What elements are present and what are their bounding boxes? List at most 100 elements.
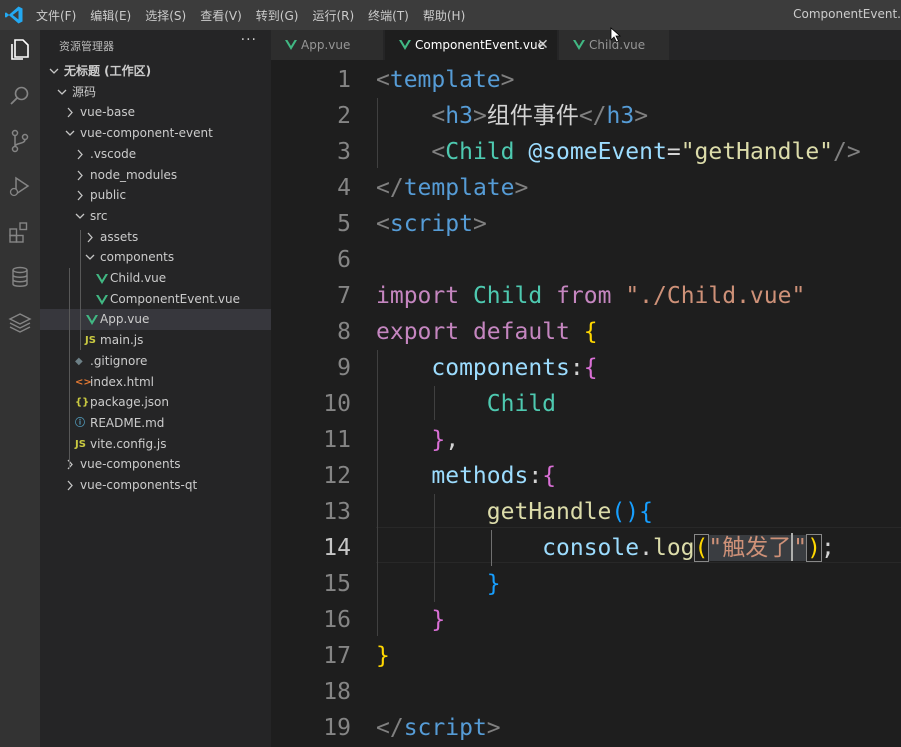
tree-indent-guide bbox=[69, 268, 70, 468]
tab-close-icon[interactable]: ✕ bbox=[537, 30, 549, 60]
vue-file-icon bbox=[399, 40, 411, 50]
tree-item[interactable]: ComponentEvent.vue bbox=[40, 289, 271, 310]
tree-item[interactable]: 无标题 (工作区) bbox=[40, 61, 271, 82]
vue-file-icon bbox=[285, 40, 297, 50]
line-number: 13 bbox=[323, 499, 351, 525]
line-number: 17 bbox=[323, 643, 351, 669]
vue-file-icon bbox=[96, 274, 108, 284]
code-line: <Child @someEvent="getHandle"/> bbox=[431, 139, 861, 165]
menu-terminal[interactable]: 终端(T) bbox=[368, 7, 409, 24]
tree-item[interactable]: .vscode bbox=[40, 144, 271, 165]
tab-label: App.vue bbox=[301, 38, 351, 52]
menu-view[interactable]: 查看(V) bbox=[200, 7, 242, 24]
explorer-sidebar: 资源管理器 ··· 无标题 (工作区) 源码 vue-base vue-compone… bbox=[40, 30, 271, 747]
tree-item[interactable]: components bbox=[40, 247, 271, 268]
tree-item-label: .vscode bbox=[90, 146, 137, 161]
explorer-icon[interactable] bbox=[6, 36, 34, 64]
tree-item[interactable]: JS vite.config.js bbox=[40, 434, 271, 455]
chevron-right-icon[interactable] bbox=[64, 475, 76, 496]
code-line: getHandle(){ bbox=[486, 499, 653, 525]
code-line: import Child from "./Child.vue" bbox=[376, 283, 806, 309]
chevron-down-icon[interactable] bbox=[64, 123, 76, 144]
tree-item[interactable]: JS main.js bbox=[40, 330, 271, 351]
tree-item[interactable]: <> index.html bbox=[40, 372, 271, 393]
tree-item[interactable]: vue-components-qt bbox=[40, 475, 271, 496]
line-number: 2 bbox=[337, 103, 351, 129]
search-icon[interactable] bbox=[6, 82, 34, 110]
menu-selection[interactable]: 选择(S) bbox=[145, 7, 186, 24]
line-number: 9 bbox=[337, 355, 351, 381]
chevron-right-icon[interactable] bbox=[84, 227, 96, 248]
chevron-down-icon[interactable] bbox=[74, 206, 86, 227]
line-number: 15 bbox=[323, 571, 351, 597]
tree-item[interactable]: vue-component-event bbox=[40, 123, 271, 144]
chevron-down-icon[interactable] bbox=[84, 247, 96, 268]
js-file-icon: JS bbox=[75, 438, 86, 450]
code-line: } bbox=[431, 607, 446, 633]
menu-go[interactable]: 转到(G) bbox=[256, 7, 299, 24]
layers-icon[interactable] bbox=[6, 309, 34, 337]
chevron-right-icon[interactable] bbox=[64, 102, 76, 123]
tree-item[interactable]: ⓘ README.md bbox=[40, 413, 271, 434]
chevron-right-icon[interactable] bbox=[64, 454, 76, 475]
tree-indent-guide bbox=[80, 230, 81, 350]
menu-help[interactable]: 帮助(H) bbox=[423, 7, 465, 24]
tree-item[interactable]: vue-components bbox=[40, 454, 271, 475]
tree-item-label: Child.vue bbox=[110, 271, 167, 285]
tree-item[interactable]: App.vue bbox=[40, 309, 271, 331]
code-line: <h3>组件事件</h3> bbox=[431, 103, 649, 129]
menu-edit[interactable]: 编辑(E) bbox=[90, 7, 131, 24]
line-number: 4 bbox=[337, 175, 351, 201]
tree-item[interactable]: assets bbox=[40, 227, 271, 248]
tree-item[interactable]: ◆ .gitignore bbox=[40, 351, 271, 372]
line-number: 3 bbox=[337, 139, 351, 165]
extensions-icon[interactable] bbox=[6, 218, 34, 246]
tree-item[interactable]: 源码 bbox=[40, 82, 271, 103]
line-number: 8 bbox=[337, 319, 351, 345]
chevron-down-icon[interactable] bbox=[48, 61, 60, 82]
vue-file-icon bbox=[573, 40, 585, 50]
line-number: 11 bbox=[323, 427, 351, 453]
vue-file-icon bbox=[96, 294, 108, 305]
tree-item-label: .gitignore bbox=[90, 353, 148, 368]
chevron-down-icon[interactable] bbox=[56, 82, 68, 103]
tab-app-vue[interactable]: App.vue bbox=[271, 30, 383, 60]
tree-item[interactable]: vue-base bbox=[40, 102, 271, 123]
database-icon[interactable] bbox=[6, 263, 34, 291]
more-actions-icon[interactable]: ··· bbox=[241, 32, 257, 48]
menu-file[interactable]: 文件(F) bbox=[36, 7, 76, 24]
tab-componentevent-vue[interactable]: ComponentEvent.vue ✕ bbox=[385, 30, 557, 60]
line-number: 18 bbox=[323, 679, 351, 705]
tree-item[interactable]: {} package.json bbox=[40, 392, 271, 413]
menu-run[interactable]: 运行(R) bbox=[312, 7, 354, 24]
line-number-current: 14 bbox=[323, 535, 351, 561]
vscode-logo-icon bbox=[5, 6, 23, 24]
line-number: 16 bbox=[323, 607, 351, 633]
tree-item[interactable]: node_modules bbox=[40, 165, 271, 186]
code-line: <script> bbox=[376, 211, 487, 237]
tree-item[interactable]: public bbox=[40, 185, 271, 206]
menu-bar: 文件(F) 编辑(E) 选择(S) 查看(V) 转到(G) 运行(R) 终端(T… bbox=[36, 0, 479, 30]
tree-item-label: src bbox=[90, 208, 108, 223]
tree-item[interactable]: src bbox=[40, 206, 271, 227]
code-line: methods:{ bbox=[431, 463, 557, 489]
info-file-icon: ⓘ bbox=[75, 417, 85, 429]
code-line: </script> bbox=[376, 715, 501, 741]
source-control-icon[interactable] bbox=[6, 127, 34, 155]
run-debug-icon[interactable] bbox=[6, 172, 34, 200]
vue-file-icon bbox=[86, 315, 98, 326]
tree-item-label: node_modules bbox=[90, 167, 178, 182]
code-line: } bbox=[486, 571, 501, 597]
chevron-right-icon[interactable] bbox=[74, 144, 86, 165]
tree-item-label: vue-component-event bbox=[80, 126, 213, 141]
chevron-right-icon[interactable] bbox=[74, 165, 86, 186]
title-bar: 文件(F) 编辑(E) 选择(S) 查看(V) 转到(G) 运行(R) 终端(T… bbox=[0, 0, 901, 30]
code-line: }, bbox=[431, 427, 460, 453]
line-number: 1 bbox=[337, 67, 351, 93]
tree-item[interactable]: Child.vue bbox=[40, 268, 271, 289]
code-line-current: console.log("触发了"); bbox=[542, 533, 835, 562]
tree-item-label: vue-base bbox=[80, 105, 136, 120]
code-editor[interactable]: 1 2 3 4 5 6 7 8 9 10 11 12 13 14 15 16 1… bbox=[271, 60, 901, 747]
line-number: 19 bbox=[323, 715, 351, 741]
chevron-right-icon[interactable] bbox=[74, 185, 86, 206]
